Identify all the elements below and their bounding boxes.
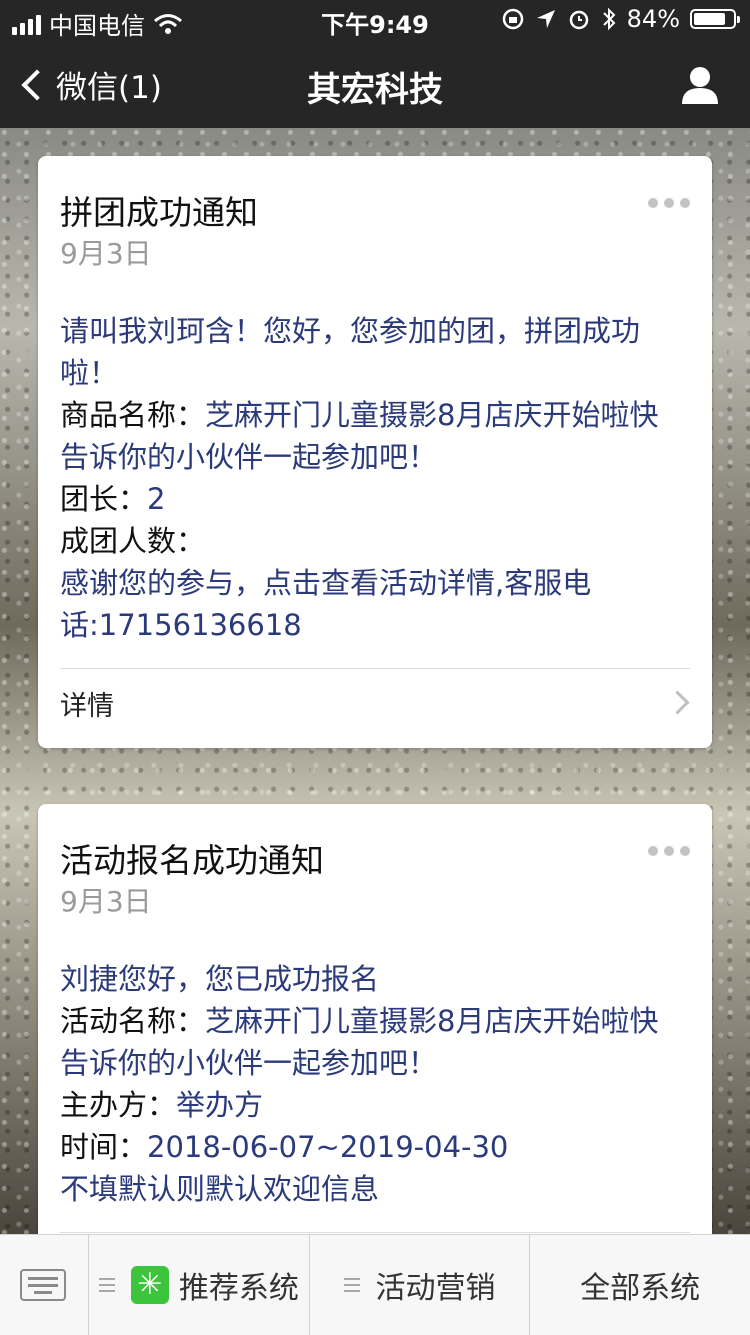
- menu-item-label: 推荐系统: [178, 1271, 299, 1306]
- greeting-text: 刘捷您好，您已成功报名: [60, 962, 380, 996]
- message-card-group-success[interactable]: 拼团成功通知 9月3日 请叫我刘珂含！您好，您参加的团，拼团成功啦！ 商品名称：…: [38, 156, 712, 748]
- detail-link[interactable]: 详情: [60, 684, 114, 723]
- menu-item-marketing[interactable]: 活动营销: [310, 1235, 531, 1335]
- field-value: 2: [147, 482, 166, 516]
- field-row: 成团人数：: [60, 520, 682, 562]
- remark-text: 不填默认则默认欢迎信息: [60, 1172, 380, 1206]
- menu-item-label: 活动营销: [375, 1271, 496, 1306]
- greeting-text: 请叫我刘珂含！您好，您参加的团，拼团成功啦！: [60, 314, 641, 390]
- field-value: 举办方: [176, 1088, 264, 1122]
- field-value: 2018-06-07~2019-04-30: [147, 1130, 509, 1164]
- card-title: 活动报名成功通知: [60, 841, 324, 880]
- status-bar: 中国电信 下午9:49 84%: [0, 0, 750, 40]
- menu-item-label: 全部系统: [580, 1271, 701, 1306]
- divider: [60, 668, 690, 669]
- field-row: 团长：2: [60, 478, 682, 520]
- field-row: 时间：2018-06-07~2019-04-30: [60, 1126, 682, 1168]
- card-body: 请叫我刘珂含！您好，您参加的团，拼团成功啦！ 商品名称：芝麻开门儿童摄影8月店庆…: [60, 310, 682, 646]
- menu-item-recommend[interactable]: ✳ 推荐系统: [89, 1235, 310, 1335]
- field-row: 活动名称：芝麻开门儿童摄影8月店庆开始啦快告诉你的小伙伴一起参加吧！: [60, 1000, 682, 1084]
- field-label: 时间：: [60, 1130, 148, 1164]
- profile-icon[interactable]: [680, 66, 720, 104]
- more-options-icon[interactable]: [648, 198, 690, 208]
- card-date: 9月3日: [60, 237, 152, 270]
- field-label: 主办方：: [60, 1088, 177, 1122]
- chevron-right-icon: [665, 690, 690, 715]
- field-row: 商品名称：芝麻开门儿童摄影8月店庆开始啦快告诉你的小伙伴一起参加吧！: [60, 394, 682, 478]
- battery-icon: [690, 9, 740, 29]
- orientation-lock-icon: [502, 8, 523, 30]
- location-icon: [536, 10, 555, 28]
- nav-bar: 微信(1) 其宏科技: [0, 40, 750, 128]
- remark-text: 感谢您的参与，点击查看活动详情,客服电话:17156136618: [60, 566, 592, 642]
- field-label: 活动名称：: [60, 1004, 206, 1038]
- battery-fill: [694, 13, 726, 25]
- card-title: 拼团成功通知: [60, 193, 258, 232]
- keyboard-toggle-button[interactable]: [0, 1235, 89, 1335]
- more-options-icon[interactable]: [648, 846, 690, 856]
- field-label: 成团人数：: [60, 524, 206, 558]
- bottom-menu: ✳ 推荐系统 活动营销 全部系统: [0, 1234, 750, 1335]
- divider: [60, 1232, 690, 1233]
- menu-item-all-systems[interactable]: 全部系统: [530, 1235, 750, 1335]
- field-label: 商品名称：: [60, 398, 206, 432]
- page-title: 其宏科技: [307, 70, 443, 110]
- submenu-icon: [343, 1278, 360, 1292]
- battery-percent: 84%: [626, 5, 680, 33]
- asterisk-icon: ✳: [130, 1266, 169, 1304]
- submenu-icon: [98, 1278, 115, 1292]
- field-row: 主办方：举办方: [60, 1084, 682, 1126]
- bluetooth-icon: [602, 7, 616, 31]
- keyboard-icon: [20, 1269, 66, 1301]
- card-body: 刘捷您好，您已成功报名 活动名称：芝麻开门儿童摄影8月店庆开始啦快告诉你的小伙伴…: [60, 958, 682, 1210]
- card-date: 9月3日: [60, 885, 152, 918]
- alarm-icon: [569, 10, 588, 30]
- field-label: 团长：: [60, 482, 148, 516]
- message-card-signup-success[interactable]: 活动报名成功通知 9月3日 刘捷您好，您已成功报名 活动名称：芝麻开门儿童摄影8…: [38, 804, 712, 1264]
